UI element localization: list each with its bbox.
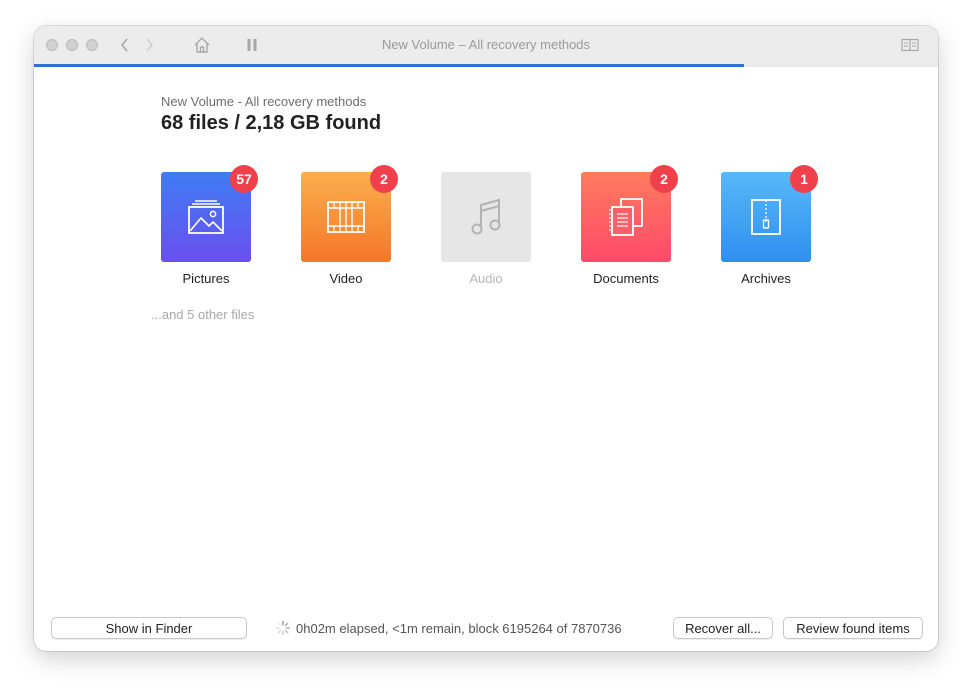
video-count-badge: 2 bbox=[370, 165, 398, 193]
audio-label: Audio bbox=[469, 271, 503, 286]
recover-all-button[interactable]: Recover all... bbox=[673, 617, 773, 639]
archives-tile[interactable]: 1 bbox=[721, 165, 818, 262]
window-title: New Volume – All recovery methods bbox=[381, 37, 591, 52]
scan-status-text: 0h02m elapsed, <1m remain, block 6195264… bbox=[296, 620, 622, 636]
spinner-icon bbox=[275, 620, 291, 636]
archives-count-badge: 1 bbox=[790, 165, 818, 193]
review-found-items-button[interactable]: Review found items bbox=[783, 617, 923, 639]
category-audio: Audio bbox=[441, 172, 531, 286]
other-files-link[interactable]: ...and 5 other files bbox=[151, 307, 254, 322]
archives-label: Archives bbox=[741, 271, 791, 286]
music-note-icon bbox=[471, 198, 501, 235]
scan-progress-fill bbox=[34, 64, 744, 67]
documents-count-badge: 2 bbox=[650, 165, 678, 193]
category-archives[interactable]: 1 Archives bbox=[721, 165, 818, 286]
documents-tile[interactable]: 2 bbox=[581, 165, 678, 262]
show-in-finder-button[interactable]: Show in Finder bbox=[51, 617, 247, 639]
category-pictures[interactable]: 57 Pictures bbox=[161, 165, 258, 286]
video-label: Video bbox=[329, 271, 363, 286]
scan-progress-bar bbox=[34, 64, 938, 67]
book-icon bbox=[901, 38, 919, 52]
film-icon bbox=[327, 201, 365, 233]
picture-icon bbox=[188, 200, 224, 234]
pictures-count-badge: 57 bbox=[230, 165, 258, 193]
title-bar: New Volume – All recovery methods bbox=[34, 26, 938, 65]
sidebar-toggle-button[interactable] bbox=[900, 36, 920, 54]
category-documents[interactable]: 2 Documents bbox=[581, 165, 678, 286]
documents-label: Documents bbox=[593, 271, 659, 286]
scan-subtitle: New Volume - All recovery methods bbox=[161, 94, 367, 109]
found-summary: 68 files / 2,18 GB found bbox=[161, 112, 382, 134]
pictures-tile[interactable]: 57 bbox=[161, 165, 258, 262]
audio-tile bbox=[441, 172, 531, 262]
scan-status: 0h02m elapsed, <1m remain, block 6195264… bbox=[275, 620, 622, 636]
video-tile[interactable]: 2 bbox=[301, 165, 398, 262]
category-video[interactable]: 2 Video bbox=[301, 165, 398, 286]
documents-icon bbox=[609, 198, 643, 236]
app-window: New Volume – All recovery methods New Vo… bbox=[34, 26, 938, 651]
zip-archive-icon bbox=[751, 199, 781, 235]
pictures-label: Pictures bbox=[182, 271, 230, 286]
